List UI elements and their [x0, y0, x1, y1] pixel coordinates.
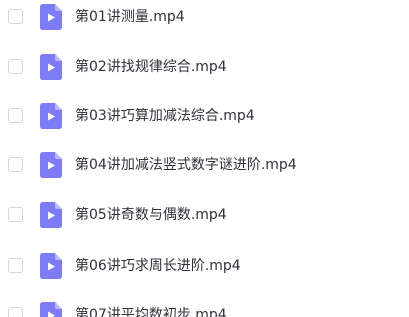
video-file-icon: [40, 54, 62, 80]
checkbox[interactable]: [8, 9, 23, 24]
file-name: 第05讲奇数与偶数.mp4: [75, 207, 227, 223]
video-file-icon: [40, 202, 62, 228]
file-name: 第06讲巧求周长进阶.mp4: [75, 258, 241, 274]
file-name: 第07讲平均数初步.mp4: [75, 307, 227, 317]
file-name: 第01讲测量.mp4: [75, 9, 185, 25]
file-name: 第03讲巧算加减法综合.mp4: [75, 108, 255, 124]
video-file-icon: [40, 152, 62, 178]
video-file-icon: [40, 103, 62, 129]
list-item[interactable]: 第01讲测量.mp4: [0, 3, 409, 31]
file-name: 第02讲找规律综合.mp4: [75, 59, 227, 75]
list-item[interactable]: 第02讲找规律综合.mp4: [0, 53, 409, 81]
list-item[interactable]: 第04讲加减法竖式数字谜进阶.mp4: [0, 151, 409, 179]
checkbox[interactable]: [8, 59, 23, 74]
checkbox[interactable]: [8, 108, 23, 123]
list-item[interactable]: 第03讲巧算加减法综合.mp4: [0, 102, 409, 130]
list-item[interactable]: 第05讲奇数与偶数.mp4: [0, 201, 409, 229]
checkbox[interactable]: [8, 258, 23, 273]
list-item[interactable]: 第07讲平均数初步.mp4: [0, 301, 409, 317]
checkbox[interactable]: [8, 157, 23, 172]
video-file-icon: [40, 253, 62, 279]
file-name: 第04讲加减法竖式数字谜进阶.mp4: [75, 157, 297, 173]
video-file-icon: [40, 302, 62, 317]
list-item[interactable]: 第06讲巧求周长进阶.mp4: [0, 252, 409, 280]
checkbox[interactable]: [8, 207, 23, 222]
checkbox[interactable]: [8, 307, 23, 317]
file-list: 第01讲测量.mp4 第02讲找规律综合.mp4 第03讲巧算加减法综合.mp4…: [0, 0, 409, 317]
video-file-icon: [40, 4, 62, 30]
